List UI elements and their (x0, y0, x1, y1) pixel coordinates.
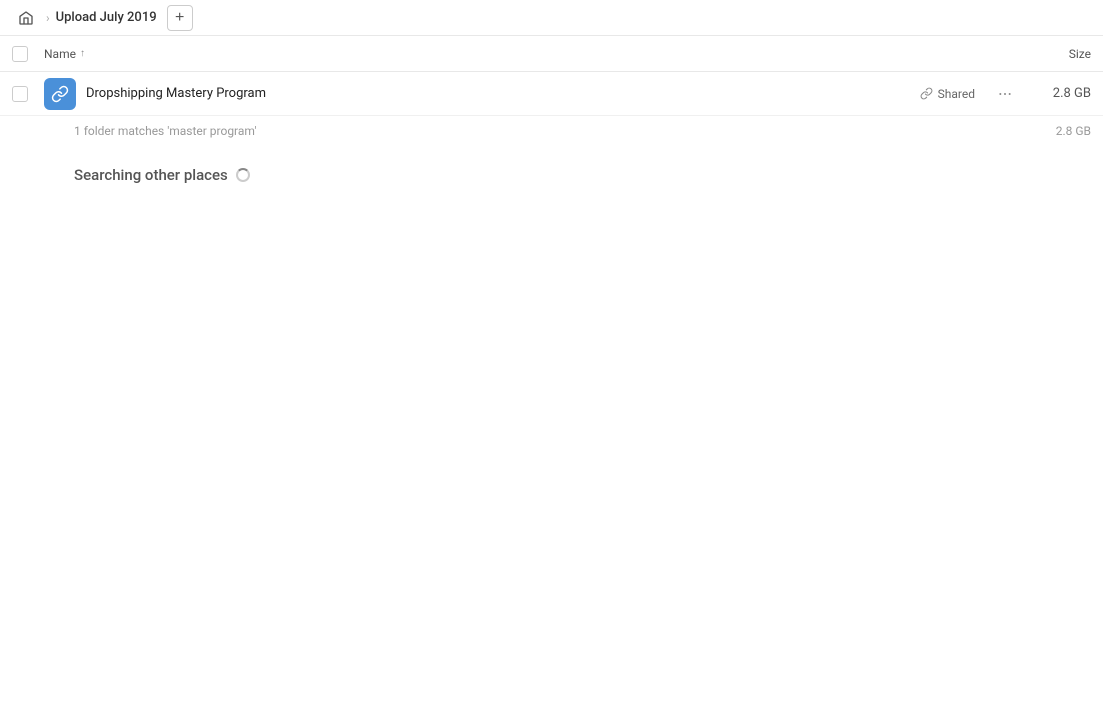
file-checkbox[interactable] (12, 86, 28, 102)
select-all-checkbox-area[interactable] (12, 46, 44, 62)
more-options-button[interactable] (991, 80, 1019, 108)
select-all-checkbox[interactable] (12, 46, 28, 62)
breadcrumb-label: Upload July 2019 (56, 10, 157, 25)
summary-row: 1 folder matches 'master program' 2.8 GB (0, 116, 1103, 146)
searching-label: Searching other places (74, 166, 228, 184)
loading-spinner (236, 168, 250, 182)
file-shared-label: Shared (920, 87, 975, 101)
link-icon (920, 87, 933, 100)
summary-size: 2.8 GB (1031, 124, 1091, 138)
more-dots-icon (997, 86, 1013, 102)
file-size: 2.8 GB (1031, 86, 1091, 101)
folder-icon (44, 78, 76, 110)
size-column-header: Size (1011, 47, 1091, 61)
sort-arrow-icon: ↑ (80, 48, 85, 59)
file-row[interactable]: Dropshipping Mastery Program Shared 2.8 … (0, 72, 1103, 116)
file-checkbox-area[interactable] (12, 86, 44, 102)
searching-row: Searching other places (0, 146, 1103, 194)
breadcrumb-arrow: › (46, 11, 50, 25)
column-headers: Name ↑ Size (0, 36, 1103, 72)
home-button[interactable] (12, 4, 40, 32)
add-button[interactable]: + (167, 5, 193, 31)
name-column-header[interactable]: Name ↑ (44, 47, 1011, 61)
file-name: Dropshipping Mastery Program (86, 86, 920, 101)
summary-text: 1 folder matches 'master program' (74, 124, 1031, 138)
breadcrumb-bar: › Upload July 2019 + (0, 0, 1103, 36)
